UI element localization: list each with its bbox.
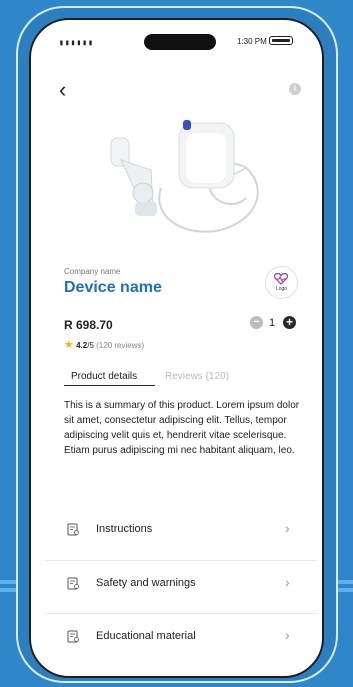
star-icon: ★ bbox=[64, 339, 74, 351]
camera-notch bbox=[144, 34, 216, 50]
plus-icon[interactable]: + bbox=[283, 316, 296, 329]
product-rating: ★ 4.2/5 (120 reviews) bbox=[64, 338, 144, 351]
rating-score: 4.2 bbox=[76, 341, 88, 350]
active-tab-underline bbox=[64, 385, 155, 386]
company-name: Company name bbox=[64, 267, 121, 276]
menu-item-educational[interactable]: Educational material › bbox=[45, 613, 317, 662]
document-icon bbox=[67, 577, 79, 590]
battery-icon bbox=[269, 36, 293, 45]
document-icon bbox=[67, 523, 79, 536]
tab-reviews[interactable]: Reviews (120) bbox=[165, 371, 229, 382]
status-bar: ▮▮▮▮▮▮ 1:30 PM bbox=[31, 34, 322, 50]
document-icon bbox=[67, 630, 79, 643]
minus-icon[interactable]: − bbox=[250, 316, 263, 329]
phone-screen: ▮▮▮▮▮▮ 1:30 PM ‹ i Company name Device n… bbox=[29, 18, 324, 678]
device-name: Device name bbox=[64, 279, 162, 296]
rating-count: (120 reviews) bbox=[96, 341, 145, 350]
product-image bbox=[110, 120, 259, 233]
background-stripe bbox=[338, 580, 353, 584]
background-stripe bbox=[338, 588, 353, 592]
menu-item-label: Instructions bbox=[96, 523, 153, 535]
brand-logo: Logo bbox=[265, 266, 298, 299]
chevron-right-icon: › bbox=[285, 520, 290, 536]
menu-item-safety[interactable]: Safety and warnings › bbox=[45, 560, 317, 609]
product-summary: This is a summary of this product. Lorem… bbox=[64, 400, 300, 456]
rating-max: /5 bbox=[87, 341, 94, 350]
back-chevron-left-icon[interactable]: ‹ bbox=[59, 79, 66, 101]
tab-product-details[interactable]: Product details bbox=[71, 371, 137, 382]
status-time: 1:30 PM bbox=[237, 37, 267, 46]
logo-label: Logo bbox=[275, 286, 288, 292]
info-icon[interactable]: i bbox=[289, 83, 301, 95]
product-price: R 698.70 bbox=[64, 318, 113, 332]
menu-item-label: Educational material bbox=[96, 630, 196, 642]
chevron-right-icon: › bbox=[285, 574, 290, 590]
menu-item-label: Safety and warnings bbox=[96, 577, 196, 589]
quantity-value: 1 bbox=[269, 317, 276, 329]
heart-pulse-icon bbox=[274, 273, 288, 285]
chevron-right-icon: › bbox=[285, 627, 290, 643]
signal-indicator: ▮▮▮▮▮▮ bbox=[59, 38, 94, 47]
menu-item-instructions[interactable]: Instructions › bbox=[45, 507, 317, 555]
background-stripe bbox=[0, 588, 16, 592]
background-stripe bbox=[0, 580, 16, 584]
